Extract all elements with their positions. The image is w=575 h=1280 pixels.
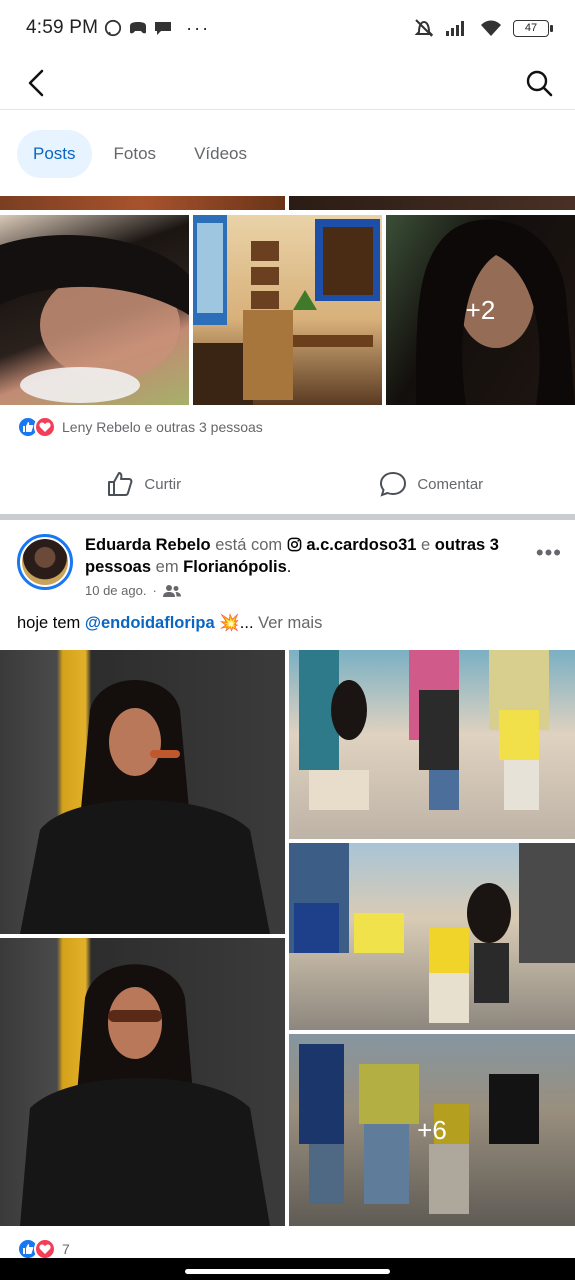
comment-icon	[380, 471, 407, 497]
love-reaction-icon	[34, 416, 56, 438]
post2-photo-grid: +6	[0, 650, 575, 1226]
whatsapp-icon	[105, 19, 122, 37]
status-time: 4:59 PM	[26, 17, 99, 38]
home-indicator[interactable]	[185, 1269, 390, 1274]
tab-posts[interactable]: Posts	[17, 130, 92, 178]
tab-videos[interactable]: Vídeos	[178, 130, 263, 178]
post1-photo-3[interactable]: +2	[386, 215, 575, 405]
chat-icon	[155, 22, 172, 35]
back-arrow-icon	[28, 69, 44, 96]
in-text: em	[155, 558, 179, 576]
instagram-icon	[287, 537, 302, 552]
author-name[interactable]: Eduarda Rebelo	[85, 536, 211, 554]
search-icon	[526, 70, 553, 96]
with-text: está com	[215, 536, 283, 554]
post2-photo-2[interactable]	[0, 938, 285, 1226]
signal-icon	[446, 21, 464, 36]
post2-caption: hoje tem @endoidafloripa 💥... Ver mais	[17, 614, 322, 633]
mention-link[interactable]: @endoidafloripa	[85, 614, 215, 632]
post2-more-photos: +6	[289, 1034, 575, 1226]
room-illustration	[193, 215, 380, 405]
mute-icon	[414, 19, 434, 37]
post2-reactions[interactable]: 7	[17, 1238, 70, 1260]
comment-button[interactable]: Comentar	[288, 456, 575, 512]
avatar[interactable]	[17, 534, 73, 590]
post-separator	[0, 514, 575, 520]
friends-audience-icon	[162, 584, 181, 597]
dancing-street-illustration	[299, 650, 549, 810]
and-text: e	[421, 536, 431, 554]
battery-level: 47	[524, 22, 538, 34]
more-icon: ···	[186, 17, 211, 38]
comment-label: Comentar	[417, 475, 484, 493]
tab-fotos[interactable]: Fotos	[98, 130, 173, 178]
post1-actions: Curtir Comentar	[0, 456, 575, 512]
reaction-count: 7	[62, 1241, 70, 1257]
tagged-user[interactable]: a.c.cardoso31	[306, 536, 416, 554]
post1-more-photos: +2	[386, 215, 575, 405]
previous-photo-strip	[0, 196, 575, 210]
post1-photo-2[interactable]	[193, 215, 382, 405]
caption-text: hoje tem	[17, 614, 81, 632]
like-label: Curtir	[144, 475, 182, 493]
group-dance-illustration	[289, 843, 575, 1023]
caption-ellipsis: 💥...	[219, 614, 254, 632]
woman-sunglasses-illustration	[20, 680, 270, 934]
post1-photo-grid: +2	[0, 215, 575, 405]
post2-photo-1[interactable]	[0, 650, 285, 934]
post-date[interactable]: 10 de ago.	[85, 583, 146, 598]
system-nav-bar	[0, 1258, 575, 1280]
post2-photo-3[interactable]	[289, 650, 575, 839]
search-button[interactable]	[521, 65, 557, 101]
more-options-icon[interactable]: •••	[536, 540, 562, 566]
woman-sunglasses-illustration-2	[20, 964, 270, 1226]
post1-reactions-text: Leny Rebelo e outras 3 pessoas	[62, 419, 263, 435]
thumbs-up-icon	[108, 472, 133, 496]
portrait-illustration	[0, 235, 189, 403]
post1-reactions[interactable]: Leny Rebelo e outras 3 pessoas	[17, 416, 263, 438]
game-icon	[130, 22, 147, 34]
post2-photo-5[interactable]: +6	[289, 1034, 575, 1226]
post1-photo-1[interactable]	[0, 215, 189, 405]
see-more-link[interactable]: Ver mais	[258, 614, 322, 632]
love-reaction-icon	[34, 1238, 56, 1260]
battery-icon: 47	[513, 19, 553, 37]
location-link[interactable]: Florianópolis	[183, 558, 287, 576]
post2-meta: 10 de ago. ·	[85, 583, 181, 598]
top-nav	[0, 56, 575, 110]
wifi-icon	[481, 20, 501, 36]
like-button[interactable]: Curtir	[0, 456, 288, 512]
profile-tabs: Posts Fotos Vídeos	[0, 110, 575, 198]
status-bar: 4:59 PM ··· 47	[0, 0, 575, 56]
post2-photo-4[interactable]	[289, 843, 575, 1030]
back-button[interactable]	[18, 65, 54, 101]
post2-header-text: Eduarda Rebelo está com a.c.cardoso31 e …	[85, 536, 499, 576]
